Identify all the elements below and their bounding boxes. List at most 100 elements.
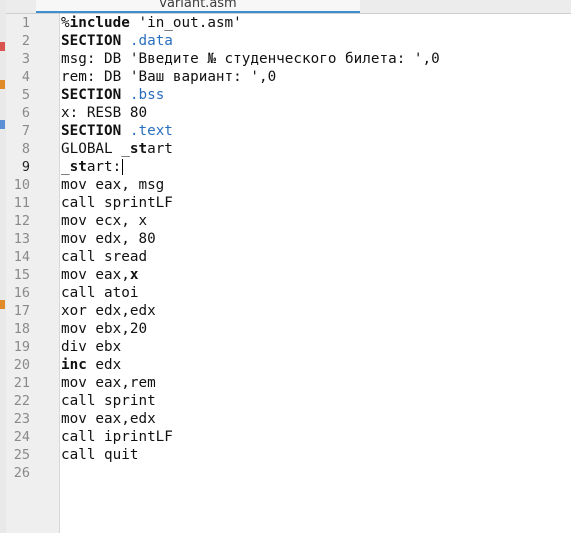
code-line[interactable]: div ebx <box>61 338 121 356</box>
code-text: mov ebx,20 <box>61 321 148 337</box>
code-line[interactable]: call sprint <box>61 392 156 410</box>
code-line[interactable]: call atoi <box>61 284 138 302</box>
code-line[interactable]: call iprintLF <box>61 428 173 446</box>
line-number: 15 <box>13 267 30 283</box>
code-line[interactable]: SECTION .text <box>61 122 173 140</box>
code-line[interactable]: call quit <box>61 446 138 464</box>
line-number: 18 <box>13 321 30 337</box>
line-number: 23 <box>13 411 30 427</box>
code-text: x: RESB 80 <box>61 105 148 121</box>
code-keyword: st <box>129 141 148 157</box>
code-line[interactable]: _start: <box>61 158 121 176</box>
tab-label: variant.asm <box>159 0 237 11</box>
code-text: div ebx <box>61 339 122 355</box>
side-panel-marker <box>0 42 5 51</box>
line-number: 1 <box>21 15 30 31</box>
code-line[interactable]: mov ecx, x <box>61 212 147 230</box>
line-number: 25 <box>13 447 30 463</box>
line-number: 13 <box>13 231 30 247</box>
code-line[interactable]: mov eax,rem <box>61 374 156 392</box>
code-text: _ <box>61 159 70 175</box>
code-keyword: st <box>69 159 87 175</box>
line-number: 3 <box>21 51 30 67</box>
text-cursor <box>122 159 123 175</box>
line-number: 24 <box>13 429 30 445</box>
line-number: 26 <box>13 465 30 481</box>
code-keyword: inc <box>61 357 87 373</box>
code-text: call sprint <box>61 393 156 409</box>
side-panel-marker <box>0 120 5 129</box>
line-number: 20 <box>13 357 30 373</box>
code-line[interactable]: mov eax,edx <box>61 410 156 428</box>
code-section-name: .bss <box>129 87 165 103</box>
code-text: mov eax,edx <box>61 411 156 427</box>
line-number: 8 <box>21 141 30 157</box>
line-number: 16 <box>13 285 30 301</box>
line-number: 11 <box>13 195 30 211</box>
code-line[interactable]: %include 'in_out.asm' <box>61 14 242 32</box>
line-number: 5 <box>21 87 30 103</box>
code-line[interactable]: SECTION .data <box>61 32 173 50</box>
code-line[interactable]: call sread <box>61 248 147 266</box>
tab-bar: variant.asm <box>6 0 571 14</box>
code-line[interactable]: msg: DB 'Введите № студенческого билета:… <box>61 50 440 68</box>
line-number: 14 <box>13 249 30 265</box>
line-number: 4 <box>21 69 30 85</box>
code-text: 'in_out.asm' <box>129 15 242 31</box>
code-keyword: SECTION <box>61 123 122 139</box>
code-text: mov eax,rem <box>61 375 156 391</box>
code-text: % <box>61 15 70 31</box>
code-line[interactable]: SECTION .bss <box>61 86 164 104</box>
code-section-name: .text <box>129 123 173 139</box>
code-text: mov edx, 80 <box>61 231 156 247</box>
side-panel-marker <box>0 80 5 89</box>
line-number: 7 <box>21 123 30 139</box>
code-line[interactable]: xor edx,edx <box>61 302 156 320</box>
code-text: mov ecx, x <box>61 213 148 229</box>
line-number: 10 <box>13 177 30 193</box>
code-text: rem: DB 'Ваш вариант: ',0 <box>61 69 277 85</box>
code-text: edx <box>86 357 122 373</box>
code-text: call quit <box>61 447 139 463</box>
code-line[interactable]: mov edx, 80 <box>61 230 156 248</box>
line-number: 2 <box>21 33 30 49</box>
code-text: art: <box>86 159 122 175</box>
code-line[interactable]: mov eax,x <box>61 266 138 284</box>
line-number: 6 <box>21 105 30 121</box>
code-line[interactable]: mov ebx,20 <box>61 320 147 338</box>
code-line[interactable]: rem: DB 'Ваш вариант: ',0 <box>61 68 276 86</box>
code-text: art <box>147 141 173 157</box>
code-text: call iprintLF <box>61 429 173 445</box>
tab-variant-asm[interactable]: variant.asm <box>36 0 360 13</box>
code-text: msg: DB 'Введите № студенческого билета:… <box>61 51 440 67</box>
code-text: xor edx,edx <box>61 303 156 319</box>
code-keyword: SECTION <box>61 87 122 103</box>
line-number-gutter: 1 2 3 4 5 6 7 8 9 10 11 12 13 14 15 16 17 18 19 20 21 22 23 24 2… <box>6 14 60 533</box>
code-keyword: include <box>69 15 130 31</box>
code-text: mov eax, msg <box>61 177 165 193</box>
code-line[interactable]: x: RESB 80 <box>61 104 147 122</box>
code-line[interactable]: call sprintLF <box>61 194 173 212</box>
code-text: call atoi <box>61 285 139 301</box>
line-number: 17 <box>13 303 30 319</box>
code-keyword: x <box>129 267 139 283</box>
line-number: 12 <box>13 213 30 229</box>
side-panel-marker <box>0 300 5 309</box>
code-editor[interactable]: %include 'in_out.asm' SECTION .data msg: D… <box>60 14 571 533</box>
code-line[interactable]: inc edx <box>61 356 121 374</box>
line-number: 21 <box>13 375 30 391</box>
code-text: GLOBAL _ <box>61 141 130 157</box>
code-section-name: .data <box>129 33 173 49</box>
code-text: mov eax, <box>61 267 130 283</box>
code-keyword: SECTION <box>61 33 122 49</box>
line-number: 19 <box>13 339 30 355</box>
code-text: call sread <box>61 249 148 265</box>
code-line[interactable]: mov eax, msg <box>61 176 164 194</box>
code-line[interactable]: GLOBAL _start <box>61 140 173 158</box>
line-number: 9 <box>21 159 30 175</box>
code-text: call sprintLF <box>61 195 173 211</box>
line-number: 22 <box>13 393 30 409</box>
